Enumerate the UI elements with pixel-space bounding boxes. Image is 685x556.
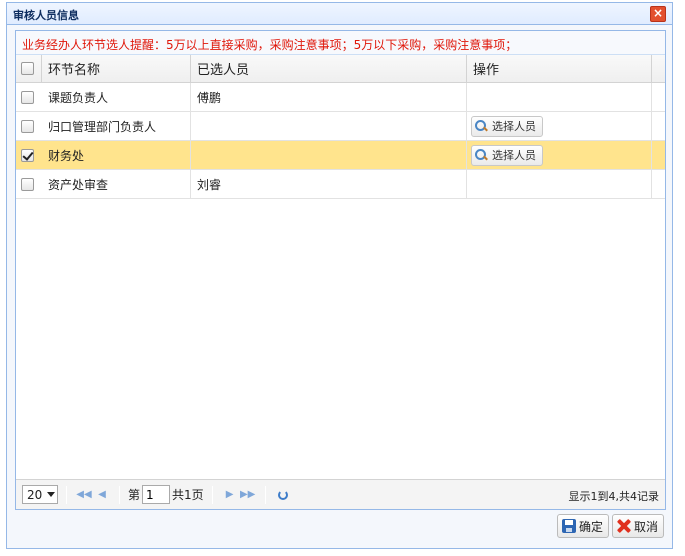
search-icon [475,119,488,133]
select-person-button[interactable]: 选择人员 [471,115,543,137]
table-row[interactable]: 课题负责人 傅鹏 [16,83,665,112]
save-icon [562,519,576,533]
page-size-select[interactable]: 20 [22,485,58,504]
row-checkbox[interactable] [21,119,34,133]
row-step-name: 资产处审查 [42,170,191,198]
row-step-name: 财务处 [42,141,191,169]
select-person-label: 选择人员 [492,120,536,133]
total-pages: 共1页 [172,488,204,502]
table-header: 环节名称 已选人员 操作 [16,55,665,83]
row-action-cell [467,83,652,111]
page-prefix: 第 [128,488,141,502]
select-person-button[interactable]: 选择人员 [471,144,543,166]
column-header-action[interactable]: 操作 [467,55,652,82]
dialog-window: 审核人员信息 × 业务经办人环节选人提醒：5万以上直接采购，采购注意事项；5万以… [6,2,673,549]
last-page-icon[interactable]: ▶▶ [239,486,257,504]
refresh-icon[interactable] [274,486,292,504]
search-icon [475,148,488,162]
column-header-person[interactable]: 已选人员 [191,55,467,82]
row-action-cell: 选择人员 [467,112,652,140]
row-selected-person [191,141,467,169]
separator [211,485,213,504]
row-step-name: 归口管理部门负责人 [42,112,191,140]
table-row[interactable]: 资产处审查 刘睿 [16,170,665,199]
row-action-cell: 选择人员 [467,141,652,169]
column-header-name[interactable]: 环节名称 [42,55,191,82]
cancel-button[interactable]: 取消 [612,514,665,538]
select-all-checkbox[interactable] [21,62,34,75]
pager-info: 显示1到4,共4记录 [568,490,660,503]
table-row[interactable]: 财务处 选择人员 [16,141,665,170]
dialog-title: 审核人员信息 [13,9,79,22]
pagination-bar: 20 ◀◀ ◀ 第 共1页 ▶ ▶▶ 显示1到4,共4记录 [16,479,665,509]
row-checkbox[interactable] [21,90,34,104]
dialog-titlebar: 审核人员信息 × [7,3,672,25]
row-selected-person: 傅鹏 [191,83,467,111]
row-step-name: 课题负责人 [42,83,191,111]
row-selected-person: 刘睿 [191,170,467,198]
confirm-button[interactable]: 确定 [557,514,610,538]
close-icon[interactable]: × [650,6,666,22]
table-row[interactable]: 归口管理部门负责人 选择人员 [16,112,665,141]
separator [264,485,266,504]
prev-page-icon[interactable]: ◀ [93,486,111,504]
first-page-icon[interactable]: ◀◀ [75,486,93,504]
row-selected-person [191,112,467,140]
grid-panel: 业务经办人环节选人提醒：5万以上直接采购，采购注意事项；5万以下采购，采购注意事… [15,30,666,510]
page-number-input[interactable] [142,485,171,504]
page-size-value: 20 [27,487,43,502]
notice-text: 业务经办人环节选人提醒：5万以上直接采购，采购注意事项；5万以下采购，采购注意事… [16,31,665,55]
separator [66,485,67,504]
row-action-cell [467,170,652,198]
cancel-label: 取消 [634,519,659,534]
next-page-icon[interactable]: ▶ [221,486,239,504]
approval-table: 环节名称 已选人员 操作 课题负责人 傅鹏 归口管理部门负责人 选择人员 财务处… [16,55,665,199]
cancel-icon [617,519,631,533]
separator [119,485,120,504]
select-person-label: 选择人员 [492,149,536,162]
chevron-down-icon [47,492,56,497]
row-checkbox[interactable] [21,177,34,191]
confirm-label: 确定 [579,519,604,534]
row-checkbox[interactable] [21,148,34,162]
